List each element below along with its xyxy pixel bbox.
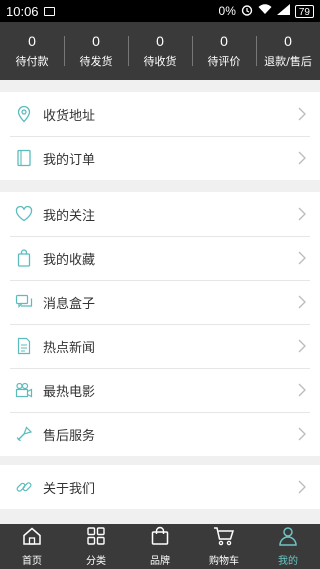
menu-item-my-orders[interactable]: 我的订单 (0, 136, 320, 180)
menu-item-my-follows[interactable]: 我的关注 (0, 192, 320, 236)
menu-item-my-favorites[interactable]: 我的收藏 (0, 236, 320, 280)
bottom-navigation: 首页 分类 品牌 购物车 我的 (0, 524, 320, 569)
status-right: 0% 79 (219, 4, 314, 19)
order-label: 退款/售后 (264, 55, 312, 68)
home-icon (22, 526, 42, 550)
status-bar: 10:06 0% 79 (0, 0, 320, 22)
nav-tab-label: 分类 (86, 556, 106, 567)
battery-icon: 79 (294, 4, 314, 18)
shopping-bag-icon (150, 526, 170, 550)
chevron-right-icon (298, 294, 306, 313)
chevron-right-icon (298, 382, 306, 401)
nav-tab-label: 首页 (22, 556, 42, 567)
menu-item-hot-news[interactable]: 热点新闻 (0, 324, 320, 368)
menu-item-shipping-address[interactable]: 收货地址 (0, 92, 320, 136)
signal-icon (276, 4, 290, 18)
order-label: 待发货 (79, 55, 113, 68)
order-refund-aftersale[interactable]: 0 退款/售后 (256, 22, 320, 80)
menu-item-label: 我的订单 (43, 152, 96, 168)
menu-item-message-box[interactable]: 消息盒子 (0, 280, 320, 324)
order-count: 0 (284, 33, 292, 49)
chevron-right-icon (298, 106, 306, 125)
order-status-bar: 0 待付款 0 待发货 0 待收货 0 待评价 0 退款/售后 (0, 22, 320, 80)
menu-item-label: 最热电影 (43, 384, 96, 400)
order-count: 0 (28, 33, 36, 49)
order-count: 0 (92, 33, 100, 49)
menu-item-after-sales[interactable]: 售后服务 (0, 412, 320, 456)
nav-tab-label: 品牌 (150, 556, 170, 567)
image-notification-icon (43, 6, 55, 16)
wifi-icon (258, 4, 272, 18)
chevron-right-icon (298, 426, 306, 445)
order-pending-review[interactable]: 0 待评价 (192, 22, 256, 80)
order-count: 0 (156, 33, 164, 49)
menu-item-label: 收货地址 (43, 108, 96, 124)
status-percent: 0% (218, 4, 236, 18)
menu-item-label: 消息盒子 (43, 296, 96, 312)
menu-item-label: 关于我们 (43, 481, 96, 497)
order-label: 待评价 (207, 55, 241, 68)
nav-tab-cart[interactable]: 购物车 (192, 524, 256, 569)
user-icon (278, 526, 298, 550)
news-icon (14, 336, 34, 356)
order-book-icon (14, 148, 34, 168)
order-pending-payment[interactable]: 0 待付款 (0, 22, 64, 80)
nav-tab-brand[interactable]: 品牌 (128, 524, 192, 569)
chevron-right-icon (298, 206, 306, 225)
menu-group-about: 关于我们 (0, 465, 320, 509)
status-time: 10:06 (6, 3, 39, 19)
menu-item-label: 热点新闻 (43, 340, 96, 356)
order-pending-shipment[interactable]: 0 待发货 (64, 22, 128, 80)
nav-tab-mine[interactable]: 我的 (256, 524, 320, 569)
menu-item-label: 售后服务 (43, 428, 96, 444)
order-pending-receipt[interactable]: 0 待收货 (128, 22, 192, 80)
chevron-right-icon (298, 150, 306, 169)
chevron-right-icon (298, 250, 306, 269)
menu-item-about-us[interactable]: 关于我们 (0, 465, 320, 509)
tools-icon (14, 424, 34, 444)
order-label: 待收货 (143, 55, 177, 68)
message-icon (14, 292, 34, 312)
nav-tab-category[interactable]: 分类 (64, 524, 128, 569)
location-pin-icon (14, 104, 34, 124)
order-label: 待付款 (15, 55, 49, 68)
nav-tab-home[interactable]: 首页 (0, 524, 64, 569)
alarm-icon (241, 4, 253, 19)
grid-icon (86, 526, 106, 550)
chevron-right-icon (298, 479, 306, 498)
chevron-right-icon (298, 338, 306, 357)
menu-item-label: 我的关注 (43, 208, 96, 224)
movie-camera-icon (14, 380, 34, 400)
nav-tab-label: 购物车 (209, 556, 239, 567)
menu-group-address-orders: 收货地址 我的订单 (0, 92, 320, 180)
menu-group-features: 我的关注 我的收藏 消息盒子 热点新闻 最热电影 售后服务 (0, 192, 320, 456)
menu-item-hot-movies[interactable]: 最热电影 (0, 368, 320, 412)
heart-icon (14, 204, 34, 224)
link-icon (14, 477, 34, 497)
menu-item-label: 我的收藏 (43, 252, 96, 268)
nav-tab-label: 我的 (278, 556, 298, 567)
bag-icon (14, 248, 34, 268)
cart-icon (213, 526, 235, 550)
order-count: 0 (220, 33, 228, 49)
